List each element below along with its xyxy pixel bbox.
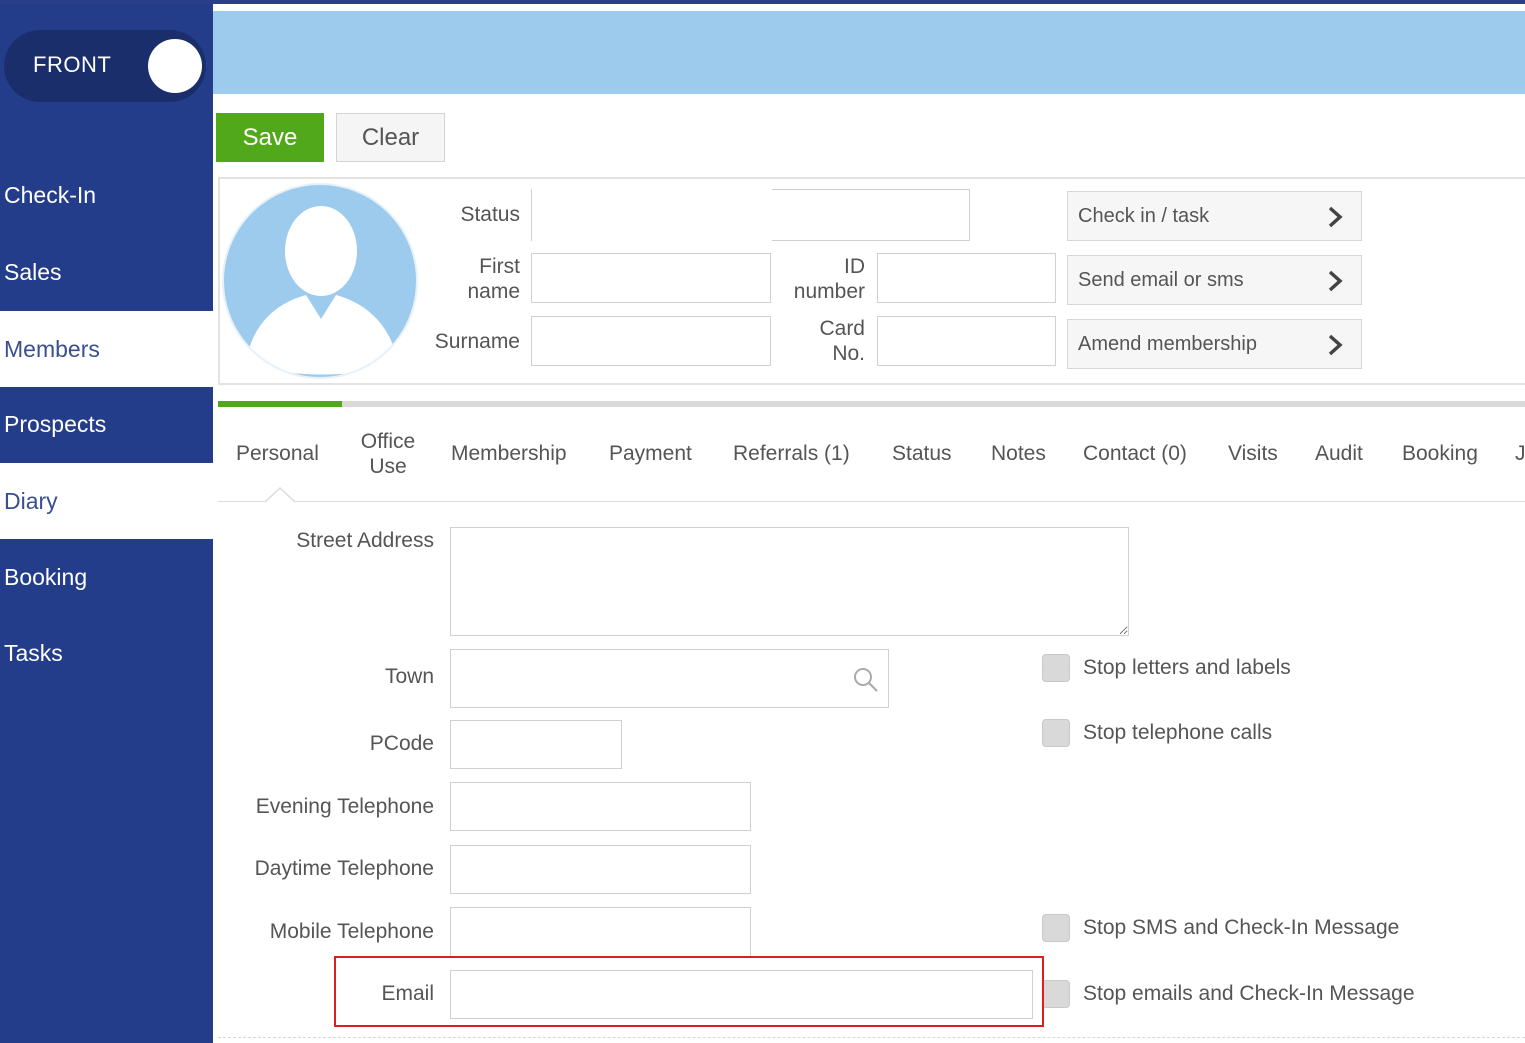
card-number-label-line2: No. bbox=[832, 342, 865, 365]
status-field[interactable] bbox=[772, 189, 970, 241]
sidebar-item-label: Check-In bbox=[4, 181, 97, 208]
town-label: Town bbox=[384, 665, 434, 688]
tab-payment[interactable]: Payment bbox=[609, 441, 692, 466]
tab-booking[interactable]: Booking bbox=[1402, 441, 1478, 466]
sidebar-item-sales[interactable]: Sales bbox=[0, 234, 213, 310]
town-input[interactable] bbox=[450, 649, 889, 708]
clear-button[interactable]: Clear bbox=[336, 113, 445, 162]
daytime-telephone-input[interactable] bbox=[450, 845, 751, 894]
first-name-input[interactable] bbox=[531, 253, 771, 303]
tab-overflow[interactable]: J bbox=[1515, 441, 1525, 466]
id-number-label-line1: ID bbox=[844, 255, 865, 278]
sidebar-item-label: Members bbox=[4, 335, 100, 362]
sidebar-item-label: Sales bbox=[4, 258, 62, 285]
amend-membership-label: Amend membership bbox=[1078, 332, 1257, 355]
pcode-input[interactable] bbox=[450, 720, 622, 769]
stop-emails-checkbox[interactable] bbox=[1042, 980, 1070, 1008]
sidebar-item-label: Diary bbox=[4, 487, 58, 514]
pcode-label: PCode bbox=[369, 732, 434, 755]
sidebar-item-check-in[interactable]: Check-In bbox=[0, 157, 213, 233]
active-tab-caret-icon bbox=[265, 487, 295, 503]
stop-letters-checkbox[interactable] bbox=[1042, 654, 1070, 682]
tab-contact[interactable]: Contact (0) bbox=[1083, 441, 1187, 466]
card-number-label-line1: Card bbox=[819, 317, 865, 340]
status-label: Status bbox=[460, 203, 520, 226]
send-email-sms-label: Send email or sms bbox=[1078, 268, 1244, 291]
stop-calls-label: Stop telephone calls bbox=[1083, 721, 1273, 744]
sidebar-item-members[interactable]: Members bbox=[0, 311, 213, 387]
progress-fill bbox=[218, 401, 342, 407]
sidebar-item-label: Tasks bbox=[4, 639, 63, 666]
evening-telephone-label: Evening Telephone bbox=[255, 795, 434, 818]
tab-visits[interactable]: Visits bbox=[1228, 441, 1278, 466]
toggle-knob[interactable] bbox=[148, 39, 202, 93]
id-number-label-line2: number bbox=[793, 280, 865, 303]
id-number-input[interactable] bbox=[877, 253, 1056, 303]
header-banner bbox=[213, 11, 1525, 94]
chevron-right-icon bbox=[1328, 270, 1343, 292]
tab-status[interactable]: Status bbox=[892, 441, 952, 466]
avatar-placeholder-icon[interactable] bbox=[222, 183, 418, 379]
street-address-textarea[interactable] bbox=[450, 527, 1129, 636]
surname-input[interactable] bbox=[531, 316, 771, 366]
tab-membership[interactable]: Membership bbox=[451, 441, 567, 466]
status-divider bbox=[531, 189, 532, 241]
street-address-label: Street Address bbox=[296, 529, 434, 552]
surname-label: Surname bbox=[434, 330, 520, 353]
first-name-label-line1: First bbox=[479, 255, 520, 278]
tab-personal[interactable]: Personal bbox=[236, 441, 319, 466]
tab-audit[interactable]: Audit bbox=[1315, 441, 1363, 466]
front-toggle-label: FRONT bbox=[33, 52, 112, 77]
save-button[interactable]: Save bbox=[216, 113, 324, 162]
tab-divider bbox=[218, 501, 1525, 502]
stop-sms-checkbox[interactable] bbox=[1042, 914, 1070, 942]
chevron-right-icon bbox=[1328, 334, 1343, 356]
search-icon[interactable] bbox=[852, 666, 880, 694]
progress-track bbox=[218, 401, 1525, 407]
sidebar-item-prospects[interactable]: Prospects bbox=[0, 386, 213, 462]
chevron-right-icon bbox=[1328, 206, 1343, 228]
send-email-sms-button[interactable]: Send email or sms bbox=[1067, 255, 1362, 305]
check-in-task-button[interactable]: Check in / task bbox=[1067, 191, 1362, 241]
section-divider bbox=[218, 1037, 1525, 1038]
stop-letters-label: Stop letters and labels bbox=[1083, 656, 1291, 679]
front-toggle[interactable]: FRONT bbox=[4, 30, 206, 102]
sidebar-item-label: Booking bbox=[4, 563, 88, 590]
evening-telephone-input[interactable] bbox=[450, 782, 751, 831]
check-in-task-label: Check in / task bbox=[1078, 204, 1210, 227]
stop-calls-checkbox[interactable] bbox=[1042, 719, 1070, 747]
email-input[interactable] bbox=[450, 970, 1033, 1019]
stop-emails-label: Stop emails and Check-In Message bbox=[1083, 982, 1415, 1005]
tab-office-use-line2: Use bbox=[369, 455, 407, 478]
mobile-telephone-label: Mobile Telephone bbox=[269, 920, 434, 943]
first-name-label-line2: name bbox=[467, 280, 520, 303]
top-border bbox=[0, 0, 1525, 4]
tab-office-use[interactable]: Office Use bbox=[358, 429, 418, 479]
tab-notes[interactable]: Notes bbox=[991, 441, 1046, 466]
tab-referrals[interactable]: Referrals (1) bbox=[733, 441, 850, 466]
sidebar-item-label: Prospects bbox=[4, 410, 107, 437]
stop-sms-label: Stop SMS and Check-In Message bbox=[1083, 916, 1400, 939]
card-number-input[interactable] bbox=[877, 316, 1056, 366]
mobile-telephone-input[interactable] bbox=[450, 907, 751, 956]
sidebar-item-diary[interactable]: Diary bbox=[0, 463, 213, 539]
amend-membership-button[interactable]: Amend membership bbox=[1067, 319, 1362, 369]
tab-office-use-line1: Office bbox=[360, 430, 416, 453]
daytime-telephone-label: Daytime Telephone bbox=[254, 857, 434, 880]
email-label: Email bbox=[381, 982, 434, 1005]
